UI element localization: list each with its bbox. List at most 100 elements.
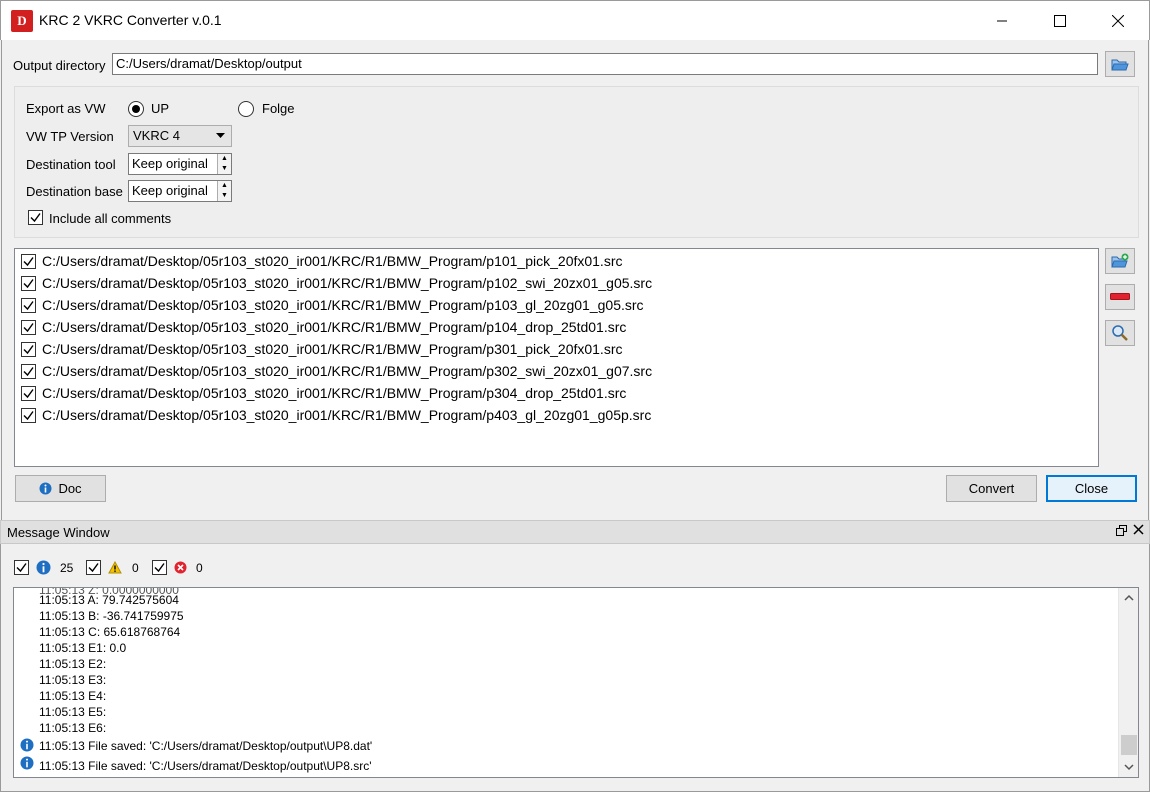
message-window-header: Message Window: [0, 520, 1150, 544]
close-icon: [1133, 524, 1144, 535]
include-comments-label[interactable]: Include all comments: [49, 211, 171, 226]
file-path: C:/Users/dramat/Desktop/05r103_st020_ir0…: [42, 363, 653, 379]
search-icon: [1112, 325, 1128, 341]
file-path: C:/Users/dramat/Desktop/05r103_st020_ir0…: [42, 275, 653, 291]
vw-tp-version-label: VW TP Version: [26, 129, 114, 144]
restore-icon: [1116, 525, 1127, 536]
chevron-down-icon[interactable]: [1124, 764, 1134, 771]
file-checkbox[interactable]: [21, 341, 36, 357]
spin-arrows-icon[interactable]: ▲ ▼: [217, 181, 231, 201]
folder-add-icon: [1111, 253, 1129, 268]
vw-tp-version-value: VKRC 4: [133, 128, 180, 143]
check-icon: [30, 213, 41, 223]
file-checkbox[interactable]: [21, 407, 36, 423]
title-bar: D KRC 2 VKRC Converter v.0.1: [0, 0, 1150, 40]
chevron-down-icon: [216, 133, 225, 138]
destination-base-spinbox[interactable]: Keep original ▲ ▼: [128, 180, 232, 202]
radio-up[interactable]: [128, 101, 144, 117]
destination-tool-spinbox[interactable]: Keep original ▲ ▼: [128, 153, 232, 175]
file-path: C:/Users/dramat/Desktop/05r103_st020_ir0…: [42, 407, 652, 423]
warning-filter-checkbox[interactable]: [86, 560, 101, 575]
close-button[interactable]: Close: [1046, 475, 1137, 502]
minimize-button[interactable]: [979, 1, 1025, 40]
log-output[interactable]: 11:05:13 Z: 0.0000000000 11:05:13 A: 79.…: [13, 587, 1139, 778]
file-path: C:/Users/dramat/Desktop/05r103_st020_ir0…: [42, 319, 627, 335]
close-window-button[interactable]: [1095, 1, 1141, 40]
options-group: Export as VW UP Folge VW TP Version VKRC…: [14, 86, 1139, 238]
file-checkbox[interactable]: [21, 385, 36, 401]
log-line: 11:05:13 E3:: [39, 673, 107, 687]
message-window: 25 0 0 11:05:13 Z: 0.0000000000 11:05:13…: [0, 544, 1150, 792]
file-list[interactable]: C:/Users/dramat/Desktop/05r103_st020_ir0…: [14, 248, 1099, 467]
destination-tool-label: Destination tool: [26, 157, 116, 172]
log-line: 11:05:13 E6:: [39, 721, 107, 735]
main-panel: Output directory C:/Users/dramat/Desktop…: [1, 40, 1149, 520]
file-checkbox[interactable]: [21, 363, 36, 379]
check-icon: [154, 563, 165, 573]
add-files-button[interactable]: [1105, 248, 1135, 274]
check-icon: [23, 322, 34, 332]
list-item[interactable]: C:/Users/dramat/Desktop/05r103_st020_ir0…: [21, 294, 644, 316]
list-item[interactable]: C:/Users/dramat/Desktop/05r103_st020_ir0…: [21, 360, 652, 382]
info-filter-checkbox[interactable]: [14, 560, 29, 575]
file-checkbox[interactable]: [21, 275, 36, 291]
include-comments-checkbox[interactable]: [28, 210, 43, 225]
chevron-up-icon[interactable]: [1124, 594, 1134, 601]
close-message-window-button[interactable]: [1133, 524, 1144, 538]
list-item[interactable]: C:/Users/dramat/Desktop/05r103_st020_ir0…: [21, 382, 626, 404]
error-icon: [174, 561, 187, 574]
file-checkbox[interactable]: [21, 297, 36, 313]
destination-base-label: Destination base: [26, 184, 123, 199]
check-icon: [16, 563, 27, 573]
destination-tool-value: Keep original: [132, 156, 208, 171]
doc-button[interactable]: Doc: [15, 475, 106, 502]
log-line: 11:05:13 E2:: [39, 657, 107, 671]
error-count: 0: [196, 561, 203, 575]
spin-arrows-icon[interactable]: ▲ ▼: [217, 154, 231, 174]
list-item[interactable]: C:/Users/dramat/Desktop/05r103_st020_ir0…: [21, 250, 623, 272]
warning-count: 0: [132, 561, 139, 575]
maximize-button[interactable]: [1037, 1, 1083, 40]
log-line: 11:05:13 File saved: 'C:/Users/dramat/De…: [39, 759, 372, 773]
warning-icon: [108, 561, 122, 574]
info-icon: [39, 482, 52, 495]
log-line: 11:05:13 A: 79.742575604: [39, 593, 179, 607]
list-item[interactable]: C:/Users/dramat/Desktop/05r103_st020_ir0…: [21, 272, 652, 294]
radio-folge[interactable]: [238, 101, 254, 117]
info-icon: [20, 738, 34, 752]
log-line: 11:05:13 E1: 0.0: [39, 641, 127, 655]
info-icon: [36, 560, 51, 575]
check-icon: [23, 410, 34, 420]
radio-selected-dot: [132, 105, 140, 113]
output-directory-input[interactable]: C:/Users/dramat/Desktop/output: [112, 53, 1098, 75]
close-icon: [1112, 14, 1124, 27]
convert-button[interactable]: Convert: [946, 475, 1037, 502]
file-path: C:/Users/dramat/Desktop/05r103_st020_ir0…: [42, 341, 623, 357]
search-files-button[interactable]: [1105, 320, 1135, 346]
check-icon: [23, 366, 34, 376]
folder-open-icon: [1111, 59, 1129, 71]
message-window-title: Message Window: [7, 525, 110, 540]
file-checkbox[interactable]: [21, 319, 36, 335]
file-path: C:/Users/dramat/Desktop/05r103_st020_ir0…: [42, 385, 627, 401]
scrollbar-thumb[interactable]: [1121, 735, 1137, 755]
destination-base-value: Keep original: [132, 183, 208, 198]
file-checkbox[interactable]: [21, 253, 36, 269]
file-path: C:/Users/dramat/Desktop/05r103_st020_ir0…: [42, 253, 623, 269]
list-item[interactable]: C:/Users/dramat/Desktop/05r103_st020_ir0…: [21, 404, 651, 426]
browse-output-button[interactable]: [1105, 51, 1135, 77]
check-icon: [23, 344, 34, 354]
list-item[interactable]: C:/Users/dramat/Desktop/05r103_st020_ir0…: [21, 316, 626, 338]
file-path: C:/Users/dramat/Desktop/05r103_st020_ir0…: [42, 297, 644, 313]
radio-folge-label[interactable]: Folge: [262, 101, 295, 116]
vw-tp-version-select[interactable]: VKRC 4: [128, 125, 232, 147]
remove-files-button[interactable]: [1105, 284, 1135, 310]
maximize-icon: [1054, 14, 1066, 27]
radio-up-label[interactable]: UP: [151, 101, 169, 116]
info-icon: [20, 756, 34, 770]
log-scrollbar[interactable]: [1118, 588, 1138, 777]
error-filter-checkbox[interactable]: [152, 560, 167, 575]
list-item[interactable]: C:/Users/dramat/Desktop/05r103_st020_ir0…: [21, 338, 623, 360]
float-window-button[interactable]: [1116, 525, 1127, 539]
log-line: 11:05:13 E4:: [39, 689, 107, 703]
